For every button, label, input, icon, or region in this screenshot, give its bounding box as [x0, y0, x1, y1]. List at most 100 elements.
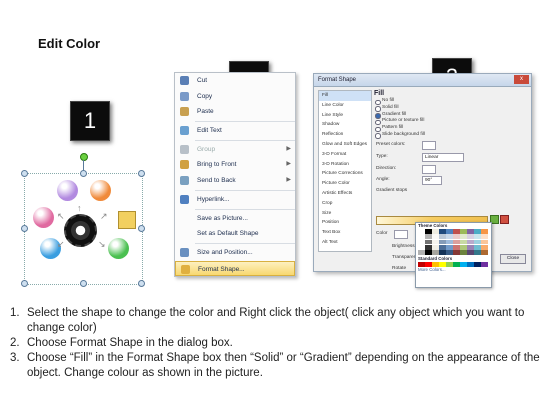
color-swatch[interactable] — [418, 250, 425, 255]
color-swatch[interactable] — [467, 239, 474, 245]
color-swatch[interactable] — [474, 261, 481, 267]
menu-item-set-as-default-shape[interactable]: Set as Default Shape — [175, 226, 295, 242]
color-swatch[interactable] — [439, 234, 446, 240]
nav-item[interactable]: Position — [319, 218, 371, 228]
resize-handle[interactable] — [21, 170, 28, 177]
menu-item-copy[interactable]: Copy — [175, 89, 295, 105]
fill-option-radio[interactable]: No fill — [374, 98, 526, 105]
menu-item-group[interactable]: Group ▶ — [175, 142, 295, 158]
resize-handle[interactable] — [138, 280, 145, 287]
menu-item-hyperlink[interactable]: Hyperlink... — [175, 192, 295, 208]
color-swatch[interactable] — [446, 229, 453, 234]
menu-item-bring-to-front[interactable]: Bring to Front ▶ — [175, 157, 295, 173]
shape-diagram[interactable]: ↑ ↗ ↖ ↙ ↘ — [21, 153, 145, 287]
nav-item[interactable]: Picture Corrections — [319, 169, 371, 179]
menu-item-paste[interactable]: Paste — [175, 104, 295, 120]
nav-item[interactable]: 3-D Rotation — [319, 160, 371, 170]
color-swatch[interactable] — [453, 239, 460, 245]
preset-colors-dropdown[interactable] — [422, 141, 436, 150]
nav-item[interactable]: 3-D Format — [319, 150, 371, 160]
color-swatch[interactable] — [418, 234, 425, 240]
resize-handle[interactable] — [80, 170, 87, 177]
color-swatch[interactable] — [481, 234, 488, 240]
nav-item[interactable]: Artistic Effects — [319, 189, 371, 199]
color-swatch[interactable] — [439, 229, 446, 234]
color-swatch[interactable] — [453, 229, 460, 234]
color-swatch[interactable] — [467, 250, 474, 255]
nav-item[interactable]: Glow and Soft Edges — [319, 140, 371, 150]
nav-item[interactable]: Line Style — [319, 111, 371, 121]
color-swatch[interactable] — [474, 229, 481, 234]
color-swatch[interactable] — [481, 244, 488, 250]
color-swatch[interactable] — [460, 250, 467, 255]
color-swatch[interactable] — [432, 244, 439, 250]
color-swatch[interactable] — [453, 234, 460, 240]
nav-item[interactable]: Fill — [319, 91, 371, 101]
fill-option-radio[interactable]: Solid fill — [374, 105, 526, 112]
color-swatch[interactable] — [432, 250, 439, 255]
color-swatch[interactable] — [481, 239, 488, 245]
fill-option-radio[interactable]: Pattern fill — [374, 125, 526, 132]
nav-item[interactable]: Picture Color — [319, 179, 371, 189]
color-swatch[interactable] — [446, 250, 453, 255]
color-swatch[interactable] — [425, 234, 432, 240]
color-swatch[interactable] — [425, 239, 432, 245]
close-icon[interactable]: x — [514, 75, 529, 84]
color-swatch[interactable] — [474, 234, 481, 240]
menu-item-edit-text[interactable]: Edit Text — [175, 123, 295, 139]
color-swatch[interactable] — [432, 234, 439, 240]
color-swatch[interactable] — [474, 244, 481, 250]
color-swatch[interactable] — [432, 229, 439, 234]
color-swatch[interactable] — [446, 261, 453, 267]
color-swatch[interactable] — [453, 250, 460, 255]
nav-item[interactable]: Reflection — [319, 130, 371, 140]
color-swatch[interactable] — [418, 229, 425, 234]
menu-item-format-shape[interactable]: Format Shape... — [175, 260, 295, 277]
menu-item-cut[interactable]: Cut — [175, 73, 295, 89]
color-swatch[interactable] — [439, 244, 446, 250]
nav-item[interactable]: Line Color — [319, 101, 371, 111]
nav-item[interactable]: Crop — [319, 199, 371, 209]
orange-ball[interactable] — [90, 180, 111, 201]
pink-ball[interactable] — [33, 207, 54, 228]
color-swatch[interactable] — [481, 261, 488, 267]
purple-ball[interactable] — [57, 180, 78, 201]
color-swatch[interactable] — [453, 261, 460, 267]
menu-item-size-and-position[interactable]: Size and Position... — [175, 245, 295, 261]
color-swatch[interactable] — [460, 244, 467, 250]
green-ball[interactable] — [108, 238, 129, 259]
direction-dropdown[interactable] — [422, 165, 436, 174]
color-swatch[interactable] — [460, 229, 467, 234]
more-colors-link[interactable]: More Colors... — [416, 267, 491, 273]
color-swatch[interactable] — [467, 234, 474, 240]
color-swatch[interactable] — [474, 239, 481, 245]
nav-item[interactable]: Size — [319, 209, 371, 219]
color-swatch[interactable] — [439, 250, 446, 255]
color-swatch[interactable] — [418, 244, 425, 250]
rotation-handle[interactable] — [80, 153, 88, 161]
color-swatch[interactable] — [460, 239, 467, 245]
color-swatch[interactable] — [467, 244, 474, 250]
color-swatch[interactable] — [446, 244, 453, 250]
color-swatch[interactable] — [425, 229, 432, 234]
resize-handle[interactable] — [138, 225, 145, 232]
fill-option-radio[interactable]: Slide background fill — [374, 132, 526, 139]
color-swatch[interactable] — [446, 239, 453, 245]
color-swatch[interactable] — [432, 239, 439, 245]
close-button[interactable]: Close — [500, 254, 526, 264]
color-swatch[interactable] — [460, 234, 467, 240]
color-swatch[interactable] — [418, 239, 425, 245]
color-swatch[interactable] — [453, 244, 460, 250]
menu-item-save-as-picture[interactable]: Save as Picture... — [175, 211, 295, 227]
color-swatch[interactable] — [474, 250, 481, 255]
angle-input[interactable]: 90° — [422, 176, 442, 185]
tire-icon[interactable] — [64, 214, 97, 247]
color-swatch[interactable] — [439, 239, 446, 245]
color-swatch[interactable] — [481, 250, 488, 255]
color-swatch[interactable] — [481, 229, 488, 234]
nav-item[interactable]: Text Box — [319, 228, 371, 238]
resize-handle[interactable] — [21, 280, 28, 287]
color-swatch[interactable] — [467, 229, 474, 234]
remove-stop-icon[interactable] — [500, 215, 509, 224]
resize-handle[interactable] — [21, 225, 28, 232]
